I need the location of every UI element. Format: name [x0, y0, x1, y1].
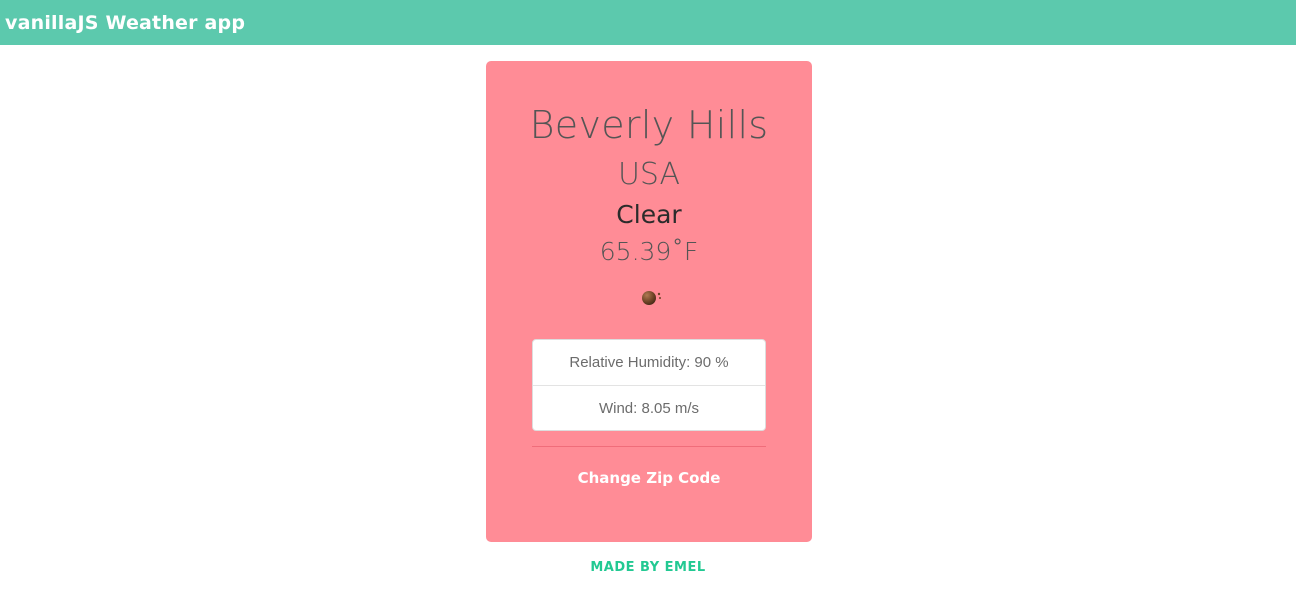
app-header: vanillaJS Weather app [0, 0, 1296, 45]
clear-night-moon-icon [639, 289, 663, 305]
weather-card: Beverly Hills USA Clear 65.39˚F Relative… [486, 61, 812, 542]
divider [532, 446, 766, 447]
weather-stats-list: Relative Humidity: 90 % Wind: 8.05 m/s [532, 339, 766, 431]
app-title: vanillaJS Weather app [5, 11, 246, 34]
humidity-item: Relative Humidity: 90 % [569, 354, 729, 371]
temperature: 65.39˚F [599, 237, 699, 266]
wind-item: Wind: 8.05 m/s [533, 385, 765, 430]
city-name: Beverly Hills [529, 103, 769, 147]
weather-condition: Clear [616, 200, 682, 229]
footer-credit: MADE BY EMEL [590, 560, 706, 575]
country-name: USA [617, 157, 681, 192]
change-zip-code-button[interactable]: Change Zip Code [486, 469, 812, 487]
